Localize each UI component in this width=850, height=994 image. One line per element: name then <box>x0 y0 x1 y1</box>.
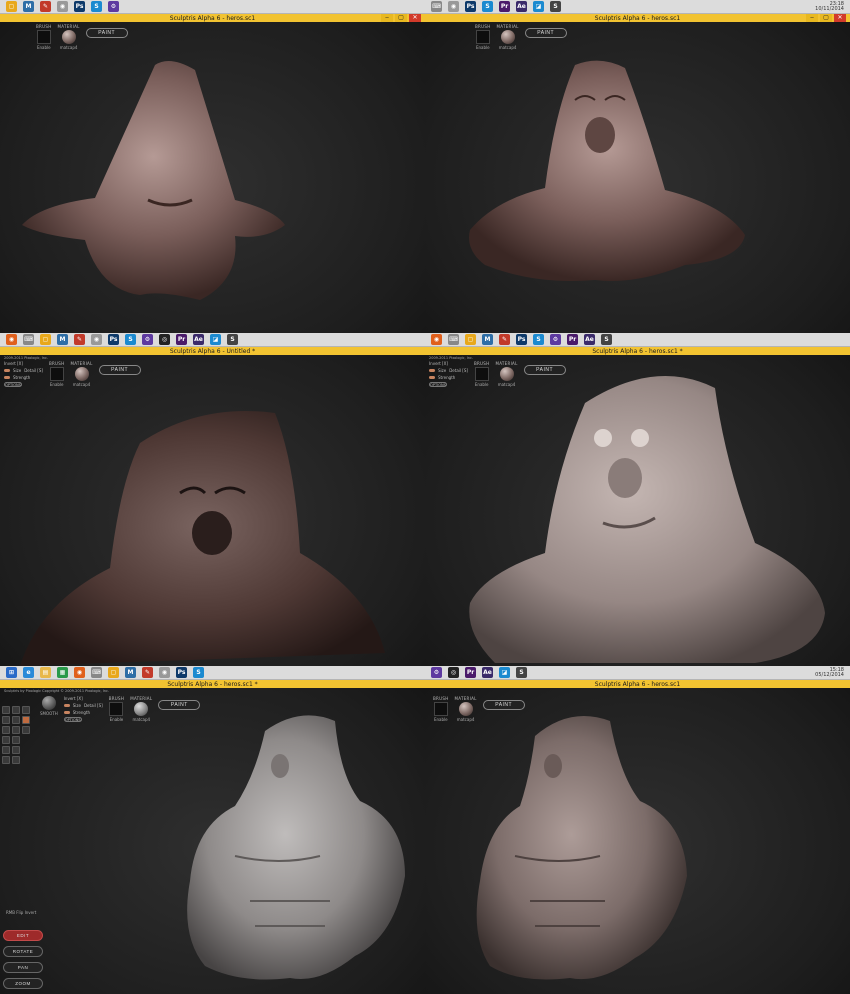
sculptris-window-1: ▢ M ✎ ◉ Ps S ⚙ Sculptris Alpha 6 - heros… <box>0 0 425 333</box>
sculptris-window-3: ◉ ⌨ ▢ M ✎ ◉ Ps S ⚙ ◎ Pr Ae ◪ S Sculptris… <box>0 333 425 666</box>
sculpt-model-muscular-bust <box>187 715 405 980</box>
sculpt-model-blob <box>22 61 285 300</box>
sculptris-window-5: ⊞ e ▤ ▦ ◉ ⌨ ▢ M ✎ ◉ Ps S Sculptris Alpha… <box>0 666 425 994</box>
sculpt-model-head <box>469 60 745 281</box>
sculptris-window-4: ◉ ⌨ ▢ M ✎ Ps S ⚙ Pr Ae S Sculptris Alpha… <box>425 333 850 666</box>
sculptris-window-6: ⚙ ◎ Pr Ae ◪ S 15:18 05/12/2014 Sculptris … <box>425 666 850 994</box>
sculpt-model-hooded-head <box>20 411 385 666</box>
sculpt-model-muscular-bust-final <box>476 716 687 980</box>
sculptris-window-2: ⌨ ◉ Ps S Pr Ae ◪ S 23:18 10/11/2014 Sculp… <box>425 0 850 333</box>
sculpt-model-face-bust <box>469 376 825 663</box>
screenshot-collage: ▢ M ✎ ◉ Ps S ⚙ Sculptris Alpha 6 - heros… <box>0 0 850 994</box>
